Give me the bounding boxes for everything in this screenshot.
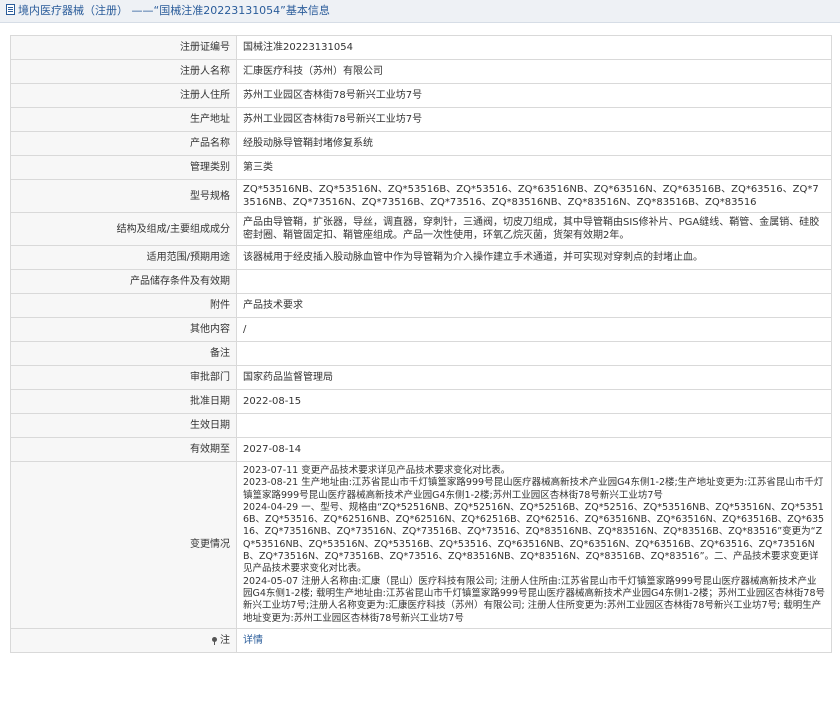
- row-approval-date: 批准日期 2022-08-15: [10, 389, 832, 414]
- field-label: 注册人名称: [10, 59, 237, 84]
- row-registrant-address: 注册人住所 苏州工业园区杏林街78号新兴工业坊7号: [10, 83, 832, 108]
- field-label: 注: [220, 634, 230, 646]
- row-changes: 变更情况 2023-07-11 变更产品技术要求详见产品技术要求变化对比表。 2…: [10, 461, 832, 629]
- info-table-wrapper: 注册证编号 国械注准20223131054 注册人名称 汇康医疗科技（苏州）有限…: [10, 35, 832, 653]
- field-label: 附件: [10, 293, 237, 318]
- field-value: [236, 269, 832, 294]
- field-label: 管理类别: [10, 155, 237, 180]
- field-value: 国家药品监督管理局: [236, 365, 832, 390]
- field-value: 经股动脉导管鞘封堵修复系统: [236, 131, 832, 156]
- row-storage: 产品储存条件及有效期: [10, 269, 832, 294]
- field-label: 结构及组成/主要组成成分: [10, 212, 237, 246]
- field-value: 苏州工业园区杏林街78号新兴工业坊7号: [236, 107, 832, 132]
- row-model-spec: 型号规格 ZQ*53516NB、ZQ*53516N、ZQ*53516B、ZQ*5…: [10, 179, 832, 213]
- row-remark: 备注: [10, 341, 832, 366]
- row-reg-no: 注册证编号 国械注准20223131054: [10, 35, 832, 60]
- row-other: 其他内容 /: [10, 317, 832, 342]
- pin-icon: [212, 636, 217, 645]
- field-label: 有效期至: [10, 437, 237, 462]
- row-valid-until: 有效期至 2027-08-14: [10, 437, 832, 462]
- title-separator: ——: [131, 4, 154, 17]
- field-label: 产品名称: [10, 131, 237, 156]
- change-entry: 2024-05-07 注册人名称由:汇康（昆山）医疗科技有限公司; 注册人住所由…: [243, 575, 825, 624]
- field-value: /: [236, 317, 832, 342]
- field-label: 审批部门: [10, 365, 237, 390]
- row-production-address: 生产地址 苏州工业园区杏林街78号新兴工业坊7号: [10, 107, 832, 132]
- field-label: 适用范围/预期用途: [10, 245, 237, 270]
- field-label: 型号规格: [10, 179, 237, 213]
- field-label: 注册证编号: [10, 35, 237, 60]
- field-value: 该器械用于经皮插入股动脉血管中作为导管鞘为介入操作建立手术通道，并可实现对穿刺点…: [236, 245, 832, 270]
- title-category: 境内医疗器械（注册）: [18, 4, 128, 17]
- row-intended-use: 适用范围/预期用途 该器械用于经皮插入股动脉血管中作为导管鞘为介入操作建立手术通…: [10, 245, 832, 270]
- row-approval-dept: 审批部门 国家药品监督管理局: [10, 365, 832, 390]
- field-label: 生产地址: [10, 107, 237, 132]
- field-value: 第三类: [236, 155, 832, 180]
- field-label: 备注: [10, 341, 237, 366]
- field-value: 2022-08-15: [236, 389, 832, 414]
- row-management-class: 管理类别 第三类: [10, 155, 832, 180]
- change-entry: 2023-07-11 变更产品技术要求详见产品技术要求变化对比表。: [243, 465, 511, 476]
- field-label: 注册人住所: [10, 83, 237, 108]
- page-title: 境内医疗器械（注册） ——“国械注准20223131054”基本信息: [0, 0, 840, 23]
- field-label: 其他内容: [10, 317, 237, 342]
- row-note: 注 详情: [10, 627, 832, 653]
- details-link[interactable]: 详情: [243, 635, 263, 646]
- field-value: 2027-08-14: [236, 437, 832, 462]
- field-value: ZQ*53516NB、ZQ*53516N、ZQ*53516B、ZQ*53516、…: [236, 179, 832, 213]
- field-value: 汇康医疗科技（苏州）有限公司: [236, 59, 832, 84]
- field-value: 产品技术要求: [236, 293, 832, 318]
- row-structure: 结构及组成/主要组成成分 产品由导管鞘，扩张器，导丝，调直器，穿刺针，三通阀，切…: [10, 212, 832, 246]
- change-entry: 2024-04-29 一、型号、规格由“ZQ*52516NB、ZQ*52516N…: [243, 501, 825, 575]
- row-attachment: 附件 产品技术要求: [10, 293, 832, 318]
- changes-list: 2023-07-11 变更产品技术要求详见产品技术要求变化对比表。 2023-0…: [236, 461, 832, 629]
- title-suffix: 基本信息: [285, 4, 330, 17]
- field-value: [236, 341, 832, 366]
- note-label-cell: 注: [10, 627, 237, 653]
- title-reg-no: “国械注准20223131054”: [153, 4, 286, 17]
- row-effective-date: 生效日期: [10, 413, 832, 438]
- field-value: [236, 413, 832, 438]
- note-value: 详情: [236, 627, 832, 653]
- document-icon: [6, 4, 15, 15]
- change-entry: 2023-08-21 生产地址由:江苏省昆山市千灯镇篁家路999号昆山医疗器械高…: [243, 477, 824, 501]
- row-product-name: 产品名称 经股动脉导管鞘封堵修复系统: [10, 131, 832, 156]
- field-label: 产品储存条件及有效期: [10, 269, 237, 294]
- field-label: 生效日期: [10, 413, 237, 438]
- info-table: 注册证编号 国械注准20223131054 注册人名称 汇康医疗科技（苏州）有限…: [10, 35, 832, 653]
- field-label: 批准日期: [10, 389, 237, 414]
- row-registrant-name: 注册人名称 汇康医疗科技（苏州）有限公司: [10, 59, 832, 84]
- field-label: 变更情况: [10, 461, 237, 629]
- field-value: 国械注准20223131054: [236, 35, 832, 60]
- field-value: 苏州工业园区杏林街78号新兴工业坊7号: [236, 83, 832, 108]
- field-value: 产品由导管鞘，扩张器，导丝，调直器，穿刺针，三通阀，切皮刀组成，其中导管鞘由SI…: [236, 212, 832, 246]
